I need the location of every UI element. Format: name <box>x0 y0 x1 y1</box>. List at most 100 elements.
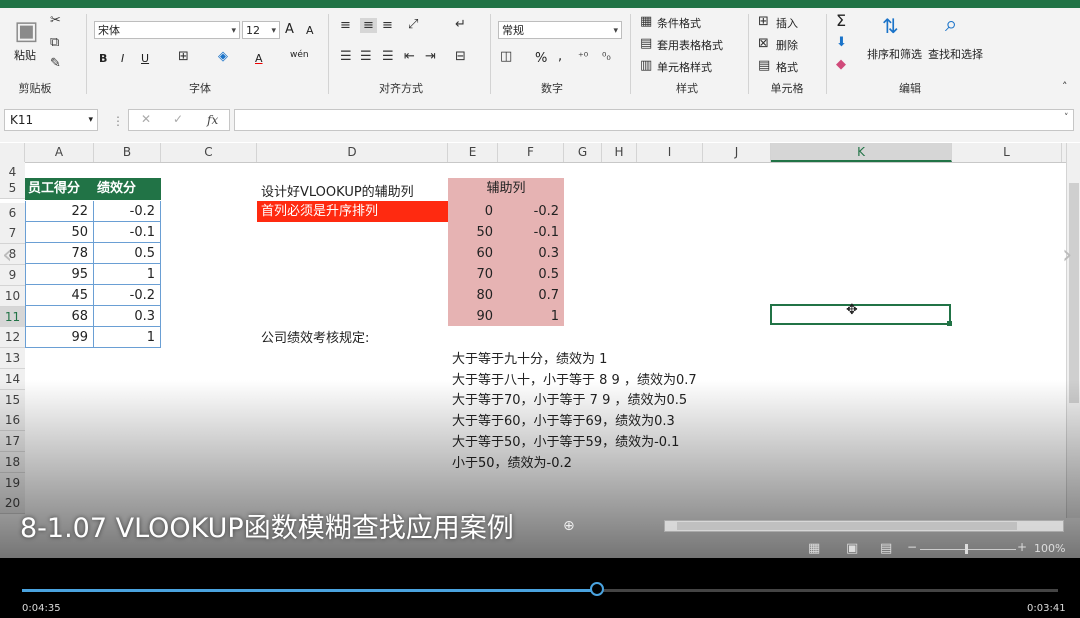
column-header-j[interactable]: J <box>703 143 771 162</box>
performance-cell[interactable]: -0.1 <box>94 222 161 243</box>
align-left-icon[interactable]: ☰ <box>340 49 352 64</box>
align-top-icon[interactable]: ≡ <box>340 18 351 33</box>
fill-color-icon[interactable]: ◈ <box>218 49 228 64</box>
underline-button[interactable]: U <box>141 52 149 65</box>
helper-value-cell[interactable]: 0.5 <box>498 264 564 285</box>
comma-button[interactable]: , <box>558 49 562 64</box>
paste-button[interactable]: 粘贴 <box>14 47 36 63</box>
score-cell[interactable]: 95 <box>25 264 94 285</box>
cancel-icon[interactable]: ✕ <box>141 112 151 126</box>
row-header[interactable]: 15 <box>0 390 25 411</box>
score-cell[interactable]: 68 <box>25 306 94 327</box>
progress-handle[interactable] <box>590 582 604 596</box>
row-header[interactable]: 5 <box>0 178 25 199</box>
helper-key-cell[interactable]: 90 <box>448 306 498 327</box>
column-header-c[interactable]: C <box>161 143 257 162</box>
row-header[interactable]: 10 <box>0 286 25 307</box>
column-header-h[interactable]: H <box>602 143 637 162</box>
expand-formula-icon[interactable]: ˅ <box>1064 113 1069 123</box>
collapse-ribbon-icon[interactable]: ˄ <box>1062 80 1068 93</box>
normal-view-icon[interactable]: ▦ <box>808 541 820 556</box>
column-header-a[interactable]: A <box>25 143 94 162</box>
horizontal-scrollbar[interactable] <box>664 520 1064 532</box>
helper-key-cell[interactable]: 70 <box>448 264 498 285</box>
insert-button[interactable]: 插入 <box>776 15 798 31</box>
helper-header[interactable]: 辅助列 <box>448 178 564 200</box>
italic-button[interactable]: I <box>121 52 124 65</box>
format-painter-icon[interactable]: ✎ <box>50 56 61 71</box>
delete-button[interactable]: 删除 <box>776 37 798 53</box>
zoom-slider[interactable] <box>920 549 1016 550</box>
column-header-k[interactable]: K <box>771 143 952 162</box>
score-cell[interactable]: 78 <box>25 243 94 264</box>
row-header[interactable]: 14 <box>0 369 25 390</box>
decrease-indent-icon[interactable]: ⇤ <box>404 49 415 64</box>
align-right-icon[interactable]: ☰ <box>382 49 394 64</box>
cut-icon[interactable]: ✂ <box>50 13 61 28</box>
align-center-icon[interactable]: ☰ <box>360 49 372 64</box>
helper-key-cell[interactable]: 80 <box>448 285 498 306</box>
performance-cell[interactable]: 1 <box>94 327 161 348</box>
column-header-g[interactable]: G <box>564 143 602 162</box>
helper-value-cell[interactable]: 1 <box>498 306 564 327</box>
cell-styles-button[interactable]: 单元格样式 <box>657 59 712 75</box>
autosum-button[interactable]: Σ <box>836 11 846 30</box>
header-cell-score[interactable]: 员工得分 <box>25 178 94 200</box>
prev-arrow-icon[interactable]: ‹ <box>2 240 12 270</box>
merge-center-icon[interactable]: ⊟ <box>455 49 466 64</box>
vertical-scrollbar[interactable] <box>1066 143 1080 518</box>
performance-cell[interactable]: 0.5 <box>94 243 161 264</box>
decrease-decimal-icon[interactable]: ⁰₀ <box>602 50 611 63</box>
zoom-slider-thumb[interactable] <box>965 544 968 554</box>
border-icon[interactable]: ⊞ <box>178 49 189 64</box>
column-header-f[interactable]: F <box>498 143 564 162</box>
helper-value-cell[interactable]: -0.2 <box>498 201 564 222</box>
phonetic-button[interactable]: wén <box>290 50 309 60</box>
sort-filter-button[interactable]: 排序和筛选 <box>867 46 922 62</box>
row-header[interactable]: 6 <box>0 203 25 224</box>
score-cell[interactable]: 50 <box>25 222 94 243</box>
helper-key-cell[interactable]: 60 <box>448 243 498 264</box>
horizontal-scroll-thumb[interactable] <box>677 522 1017 530</box>
bold-button[interactable]: B <box>99 52 107 65</box>
font-color-button[interactable]: A <box>255 52 263 65</box>
helper-value-cell[interactable]: -0.1 <box>498 222 564 243</box>
formula-input[interactable] <box>234 109 1074 131</box>
align-bottom-icon[interactable]: ≡ <box>382 18 393 33</box>
column-header-d[interactable]: D <box>257 143 448 162</box>
performance-cell[interactable]: 1 <box>94 264 161 285</box>
row-header[interactable]: 16 <box>0 410 25 431</box>
column-header-e[interactable]: E <box>448 143 498 162</box>
select-all-corner[interactable] <box>0 143 25 162</box>
helper-value-cell[interactable]: 0.7 <box>498 285 564 306</box>
fill-icon[interactable]: ⬇ <box>836 35 847 50</box>
column-header-l[interactable]: L <box>952 143 1062 162</box>
increase-indent-icon[interactable]: ⇥ <box>425 49 436 64</box>
format-button[interactable]: 格式 <box>776 59 798 75</box>
row-header[interactable]: 17 <box>0 431 25 452</box>
add-sheet-icon[interactable]: ⊕ <box>563 518 575 534</box>
enter-icon[interactable]: ✓ <box>173 112 183 126</box>
helper-value-cell[interactable]: 0.3 <box>498 243 564 264</box>
vertical-scroll-thumb[interactable] <box>1069 183 1079 403</box>
performance-cell[interactable]: -0.2 <box>94 285 161 306</box>
name-box[interactable]: K11 ▾ <box>4 109 98 131</box>
helper-key-cell[interactable]: 0 <box>448 201 498 222</box>
increase-decimal-icon[interactable]: ⁺⁰ <box>578 50 588 63</box>
row-header[interactable]: 18 <box>0 452 25 473</box>
performance-cell[interactable]: 0.3 <box>94 306 161 327</box>
score-cell[interactable]: 45 <box>25 285 94 306</box>
performance-cell[interactable]: -0.2 <box>94 201 161 222</box>
score-cell[interactable]: 99 <box>25 327 94 348</box>
font-name-select[interactable]: 宋体 ▾ <box>94 21 240 39</box>
wrap-text-icon[interactable]: ↵ <box>455 17 466 32</box>
row-header[interactable]: 13 <box>0 348 25 369</box>
row-header-selected[interactable]: 11 <box>0 307 25 328</box>
grow-font-button[interactable]: A <box>285 22 294 37</box>
currency-icon[interactable]: ◫ <box>500 49 512 64</box>
align-middle-icon[interactable]: ≡ <box>360 18 377 33</box>
zoom-in-icon[interactable]: + <box>1017 540 1027 554</box>
find-select-button[interactable]: 查找和选择 <box>928 46 983 62</box>
copy-icon[interactable]: ⧉ <box>50 35 59 50</box>
column-header-b[interactable]: B <box>94 143 161 162</box>
